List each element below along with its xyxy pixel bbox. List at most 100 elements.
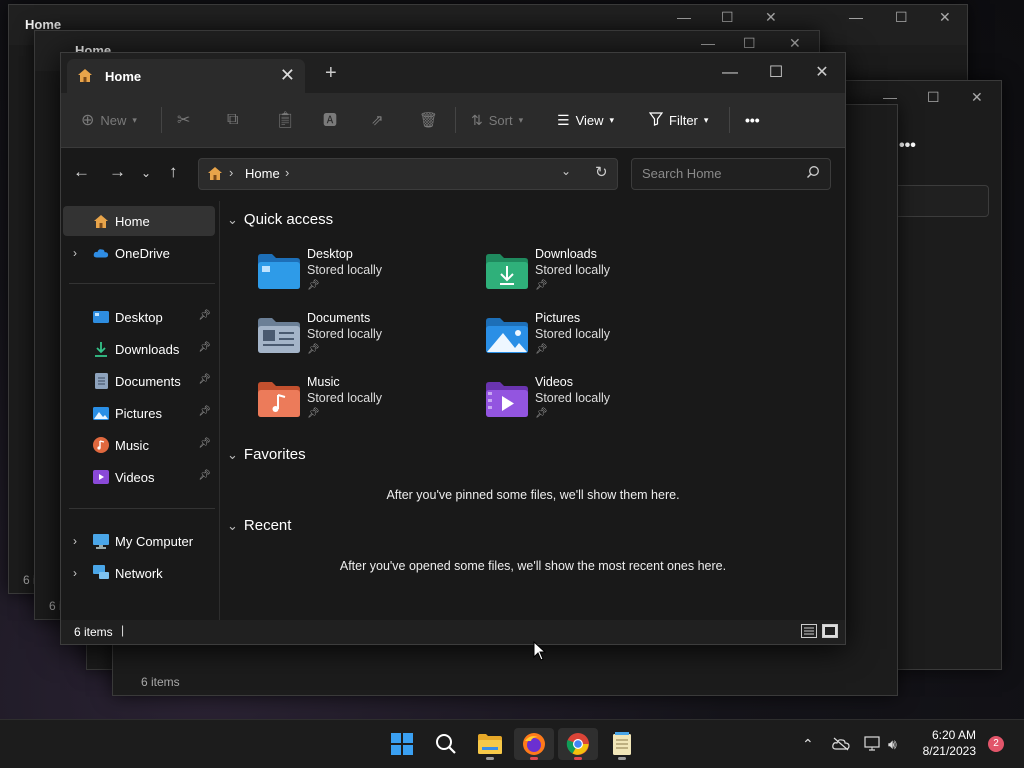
sidebar-item-onedrive[interactable]: › OneDrive <box>63 238 215 268</box>
item-location: Stored locally <box>535 327 611 341</box>
item-name: Downloads <box>535 247 597 261</box>
recent-header[interactable]: ⌄ Recent <box>227 517 291 534</box>
network-status-icon[interactable] <box>864 720 882 768</box>
sidebar-item-network[interactable]: › Network <box>63 558 215 588</box>
new-button[interactable]: ⊕ New ▾ <box>81 93 137 147</box>
quick-access-item-videos[interactable]: Videos Stored locally 📌︎ <box>485 375 705 433</box>
back-arrow-icon[interactable]: ← <box>73 162 90 182</box>
music-folder-icon <box>257 379 301 419</box>
close-tab-icon[interactable]: ✕ <box>280 65 295 86</box>
sidebar-item-label: Home <box>115 213 150 229</box>
share-icon[interactable]: ⇗ <box>371 93 384 147</box>
quick-access-item-desktop[interactable]: Desktop Stored locally 📌︎ <box>257 247 477 305</box>
maximize-icon[interactable]: ☐ <box>895 9 908 26</box>
expand-chevron-icon[interactable]: › <box>73 534 77 548</box>
sidebar-item-my-computer[interactable]: › My Computer <box>63 526 215 556</box>
sidebar-item-label: OneDrive <box>115 245 170 261</box>
address-bar[interactable]: › Home › ⌄ ↻ <box>198 158 618 190</box>
sidebar-divider <box>69 508 215 509</box>
minimize-icon[interactable]: — <box>677 9 691 25</box>
show-hidden-icons-chevron-icon[interactable]: ⌃ <box>802 720 814 768</box>
forward-arrow-icon[interactable]: → <box>109 162 126 182</box>
toolbar-divider <box>455 107 456 133</box>
collapse-chevron-icon[interactable]: ⌄ <box>227 212 238 228</box>
breadcrumb-separator-icon[interactable]: › <box>285 165 289 180</box>
collapse-chevron-icon[interactable]: ⌄ <box>227 447 238 463</box>
taskbar-file-explorer[interactable] <box>470 728 510 760</box>
item-name: Music <box>307 375 340 389</box>
navigation-pane: Home › OneDrive Desktop 📌︎ Downloads 📌︎ <box>61 201 220 621</box>
copy-icon[interactable]: ⧉ <box>227 93 238 147</box>
quick-access-item-music[interactable]: Music Stored locally 📌︎ <box>257 375 477 433</box>
onedrive-offline-icon[interactable] <box>832 720 850 768</box>
filter-button[interactable]: Filter ▾ <box>648 93 708 147</box>
maximize-button[interactable]: ☐ <box>753 59 799 87</box>
background-item-count: 6 items <box>141 675 180 689</box>
close-icon[interactable]: ✕ <box>765 9 777 26</box>
status-bar: 6 items | <box>61 620 845 644</box>
close-icon[interactable]: ✕ <box>789 35 801 52</box>
quick-access-item-downloads[interactable]: Downloads Stored locally 📌︎ <box>485 247 705 305</box>
recent-locations-chevron-icon[interactable]: ⌄ <box>141 166 151 180</box>
quick-access-header[interactable]: ⌄ Quick access <box>227 211 333 228</box>
expand-chevron-icon[interactable]: › <box>73 566 77 580</box>
sidebar-item-downloads[interactable]: Downloads 📌︎ <box>63 334 215 364</box>
pin-icon: 📌︎ <box>198 342 211 353</box>
view-button[interactable]: ☰ View ▾ <box>557 93 614 147</box>
system-clock[interactable]: 6:20 AM 8/21/2023 <box>923 727 976 759</box>
sidebar-item-videos[interactable]: Videos 📌︎ <box>63 462 215 492</box>
tab-home[interactable]: Home ✕ <box>67 59 305 93</box>
favorites-header[interactable]: ⌄ Favorites <box>227 446 306 463</box>
pin-icon: 📌︎ <box>198 406 211 417</box>
file-explorer-window: Home ✕ + — ☐ ✕ ⊕ New ▾ ✂ ⧉ 📋︎ 🅰︎ ⇗ 🗑︎ ⇅ … <box>60 52 846 645</box>
search-box[interactable] <box>631 158 831 190</box>
pin-icon: 📌︎ <box>198 374 211 385</box>
maximize-icon[interactable]: ☐ <box>721 9 734 26</box>
maximize-icon[interactable]: ☐ <box>743 35 756 52</box>
music-icon <box>93 437 109 453</box>
tiles-view-icon[interactable] <box>822 624 838 641</box>
sidebar-item-pictures[interactable]: Pictures 📌︎ <box>63 398 215 428</box>
more-options-icon[interactable]: ••• <box>899 137 916 155</box>
minimize-icon[interactable]: — <box>883 89 897 105</box>
minimize-button[interactable]: — <box>707 59 753 87</box>
minimize-icon[interactable]: — <box>849 9 863 25</box>
maximize-icon[interactable]: ☐ <box>927 89 940 106</box>
close-icon[interactable]: ✕ <box>971 89 983 106</box>
up-arrow-icon[interactable]: ↑ <box>169 162 178 182</box>
taskbar-firefox[interactable] <box>514 728 554 760</box>
address-history-chevron-icon[interactable]: ⌄ <box>561 164 571 178</box>
search-button[interactable] <box>426 728 466 760</box>
start-button[interactable] <box>382 728 422 760</box>
refresh-icon[interactable]: ↻ <box>595 163 608 181</box>
search-input[interactable] <box>640 165 804 182</box>
sidebar-item-music[interactable]: Music 📌︎ <box>63 430 215 460</box>
folder-icon <box>478 734 502 754</box>
sidebar-item-documents[interactable]: Documents 📌︎ <box>63 366 215 396</box>
notification-badge[interactable]: 2 <box>988 736 1004 752</box>
collapse-chevron-icon[interactable]: ⌄ <box>227 518 238 534</box>
more-options-button[interactable]: ••• <box>745 93 760 147</box>
search-icon[interactable] <box>806 165 820 184</box>
sort-button[interactable]: ⇅ Sort ▾ <box>471 93 523 147</box>
taskbar-notepad[interactable] <box>602 728 642 760</box>
sidebar-item-home[interactable]: Home <box>63 206 215 236</box>
paste-icon[interactable]: 📋︎ <box>275 93 295 147</box>
details-view-icon[interactable] <box>801 624 817 641</box>
cut-icon[interactable]: ✂ <box>177 93 190 147</box>
volume-icon[interactable]: 🔊︎ <box>888 720 897 768</box>
new-tab-button[interactable]: + <box>325 63 337 83</box>
close-icon[interactable]: ✕ <box>939 9 951 26</box>
taskbar-chrome[interactable] <box>558 728 598 760</box>
quick-access-item-documents[interactable]: Documents Stored locally 📌︎ <box>257 311 477 369</box>
status-divider: | <box>121 623 125 637</box>
expand-chevron-icon[interactable]: › <box>73 246 77 260</box>
minimize-icon[interactable]: — <box>701 35 715 51</box>
videos-folder-icon <box>485 379 529 419</box>
rename-icon[interactable]: 🅰︎ <box>323 93 337 147</box>
breadcrumb[interactable]: Home <box>245 166 280 181</box>
delete-icon[interactable]: 🗑︎ <box>419 93 438 147</box>
close-button[interactable]: ✕ <box>799 59 845 87</box>
sidebar-item-desktop[interactable]: Desktop 📌︎ <box>63 302 215 332</box>
quick-access-item-pictures[interactable]: Pictures Stored locally 📌︎ <box>485 311 705 369</box>
